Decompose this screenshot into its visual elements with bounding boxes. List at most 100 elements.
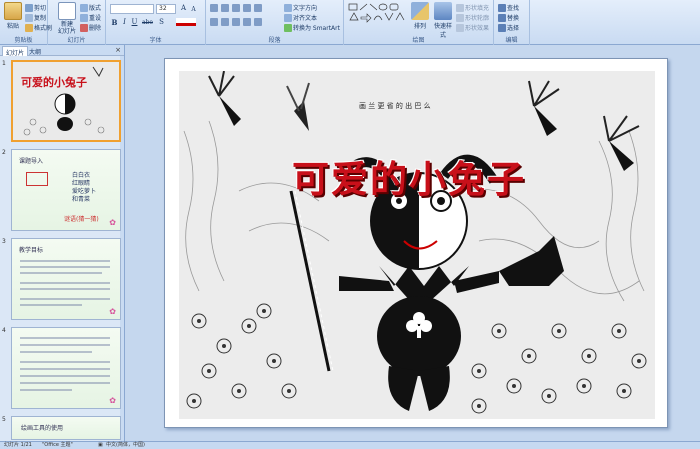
arrange-label: 排列 — [413, 23, 426, 30]
align-center-icon[interactable] — [221, 18, 229, 26]
shape-fill-button[interactable]: 形状填充 — [456, 3, 489, 12]
find-label: 查找 — [507, 5, 520, 12]
language-indicator[interactable]: 中文(简体，中国) — [106, 442, 145, 449]
font-group-label: 字体 — [149, 37, 162, 44]
slide-picture[interactable]: 画 兰 更 省 的 出 巴 么 可爱的小兔子 — [179, 71, 655, 419]
flower-icon: ✿ — [109, 218, 116, 227]
line-spacing-icon[interactable] — [254, 4, 262, 12]
slide-counter: 幻灯片 1/21 — [4, 442, 32, 448]
thumbnail-line: 和青菜 — [72, 196, 91, 203]
close-icon[interactable]: × — [115, 46, 121, 54]
decrease-indent-icon[interactable] — [232, 4, 240, 12]
arrange-icon — [411, 2, 429, 20]
align-text-label: 对齐文本 — [293, 15, 318, 22]
slide-title[interactable]: 可爱的小兔子 — [239, 149, 579, 203]
slide-thumbnail-5[interactable]: 绘画工具的使用 — [11, 416, 121, 440]
delete-slide-button[interactable]: 删除 — [80, 23, 101, 32]
shrink-font-button[interactable]: A — [189, 5, 198, 14]
arrange-button[interactable]: 排列 — [410, 0, 430, 30]
tab-outline[interactable]: 大纲 — [26, 46, 44, 56]
align-left-icon[interactable] — [210, 18, 218, 26]
shadow-button[interactable]: S — [157, 18, 166, 27]
thumbnail-line: 爱吃萝卜 — [72, 188, 97, 195]
paste-label: 粘贴 — [6, 23, 19, 30]
ribbon: 粘贴 剪切 复制 格式刷 剪贴板 新建 幻灯片 版式 重设 删除 幻灯片 32 … — [0, 0, 700, 45]
cut-button[interactable]: 剪切 — [25, 3, 46, 12]
align-text-icon — [284, 13, 292, 22]
align-text-button[interactable]: 对齐文本 — [284, 13, 317, 22]
font-group: 32 A A B I U abe S 字体 — [106, 0, 206, 45]
slide-thumbnail-panel: 幻灯片 大纲 × 1 可爱的小兔子 2 课题导入 白白衣 红眼睛 爱吃萝卜 和青… — [0, 45, 125, 441]
thumbnail-title: 课题导入 — [19, 158, 44, 165]
paste-icon — [4, 2, 22, 20]
select-label: 选择 — [507, 25, 520, 32]
layout-icon — [80, 3, 88, 12]
slide-editing-area[interactable]: 画 兰 更 省 的 出 巴 么 可爱的小兔子 — [126, 45, 700, 441]
increase-indent-icon[interactable] — [243, 4, 251, 12]
thumbnail-line: 红眼睛 — [72, 180, 91, 187]
list-buttons — [210, 4, 262, 12]
thumbnail-title: 可爱的小兔子 — [21, 76, 87, 89]
binoculars-icon — [498, 3, 506, 12]
handwritten-note: 画 兰 更 省 的 出 巴 么 — [359, 102, 431, 110]
bullets-icon[interactable] — [210, 4, 218, 12]
paragraph-group: 文字方向 对齐文本 转换为 SmartArt 段落 — [206, 0, 344, 45]
text-direction-label: 文字方向 — [293, 5, 318, 12]
scissors-icon — [25, 3, 33, 12]
thumbnail-text-lines — [20, 260, 110, 306]
grow-font-button[interactable]: A — [179, 4, 188, 13]
smartart-label: 转换为 SmartArt — [293, 25, 340, 32]
copy-label: 复制 — [34, 15, 47, 22]
smartart-button[interactable]: 转换为 SmartArt — [284, 23, 340, 32]
shape-effects-button[interactable]: 形状效果 — [456, 23, 489, 32]
flower-icon: ✿ — [109, 396, 116, 405]
text-direction-icon — [284, 3, 292, 12]
align-right-icon[interactable] — [232, 18, 240, 26]
fill-bucket-icon — [456, 3, 464, 12]
slide-number: 3 — [2, 238, 6, 245]
bold-button[interactable]: B — [110, 18, 119, 27]
new-slide-button[interactable]: 新建 幻灯片 — [54, 0, 80, 35]
slide-thumbnail-1[interactable]: 可爱的小兔子 — [11, 60, 121, 142]
shape-outline-button[interactable]: 形状轮廓 — [456, 13, 489, 22]
columns-icon[interactable] — [254, 18, 262, 26]
replace-button[interactable]: 替换 — [498, 13, 519, 22]
find-button[interactable]: 查找 — [498, 3, 519, 12]
slide-thumbnail-4[interactable]: ✿ — [11, 327, 121, 409]
current-slide[interactable]: 画 兰 更 省 的 出 巴 么 可爱的小兔子 — [164, 58, 668, 428]
thumbnail-text-lines — [20, 337, 110, 391]
select-button[interactable]: 选择 — [498, 23, 519, 32]
paste-button[interactable]: 粘贴 — [2, 0, 24, 30]
reset-icon — [80, 13, 88, 22]
reset-button[interactable]: 重设 — [80, 13, 101, 22]
layout-label: 版式 — [89, 5, 102, 12]
font-size-value: 32 — [159, 5, 167, 12]
font-color-button[interactable] — [176, 18, 196, 26]
panel-tabs: 幻灯片 大纲 × — [0, 45, 124, 57]
font-name-dropdown[interactable] — [110, 4, 154, 14]
layout-button[interactable]: 版式 — [80, 3, 101, 12]
italic-button[interactable]: I — [120, 18, 129, 27]
copy-icon — [25, 13, 33, 22]
shapes-gallery[interactable] — [348, 3, 406, 29]
slide-thumbnail-2[interactable]: 课题导入 白白衣 红眼睛 爱吃萝卜 和青菜 谜语(猜一猜) ✿ — [11, 149, 121, 231]
editing-group: 查找 替换 选择 编辑 — [494, 0, 530, 45]
effects-icon — [456, 23, 464, 32]
slide-thumbnail-3[interactable]: 教学目标 ✿ — [11, 238, 121, 320]
shape-effects-label: 形状效果 — [465, 25, 490, 32]
strikethrough-button[interactable]: abe — [140, 18, 155, 27]
font-size-dropdown[interactable]: 32 — [156, 4, 176, 14]
tab-slides[interactable]: 幻灯片 — [2, 46, 29, 57]
justify-icon[interactable] — [243, 18, 251, 26]
delete-label: 删除 — [89, 25, 102, 32]
slide-number: 4 — [2, 327, 6, 334]
text-direction-button[interactable]: 文字方向 — [284, 3, 317, 12]
cut-label: 剪切 — [34, 5, 47, 12]
numbering-icon[interactable] — [221, 4, 229, 12]
paragraph-group-label: 段落 — [268, 37, 281, 44]
underline-button[interactable]: U — [130, 18, 139, 27]
drawing-group-label: 绘图 — [412, 37, 425, 44]
quick-styles-button[interactable]: 快速样式 — [432, 0, 454, 39]
copy-button[interactable]: 复制 — [25, 13, 46, 22]
spellcheck-icon[interactable]: ▣ — [98, 442, 103, 449]
